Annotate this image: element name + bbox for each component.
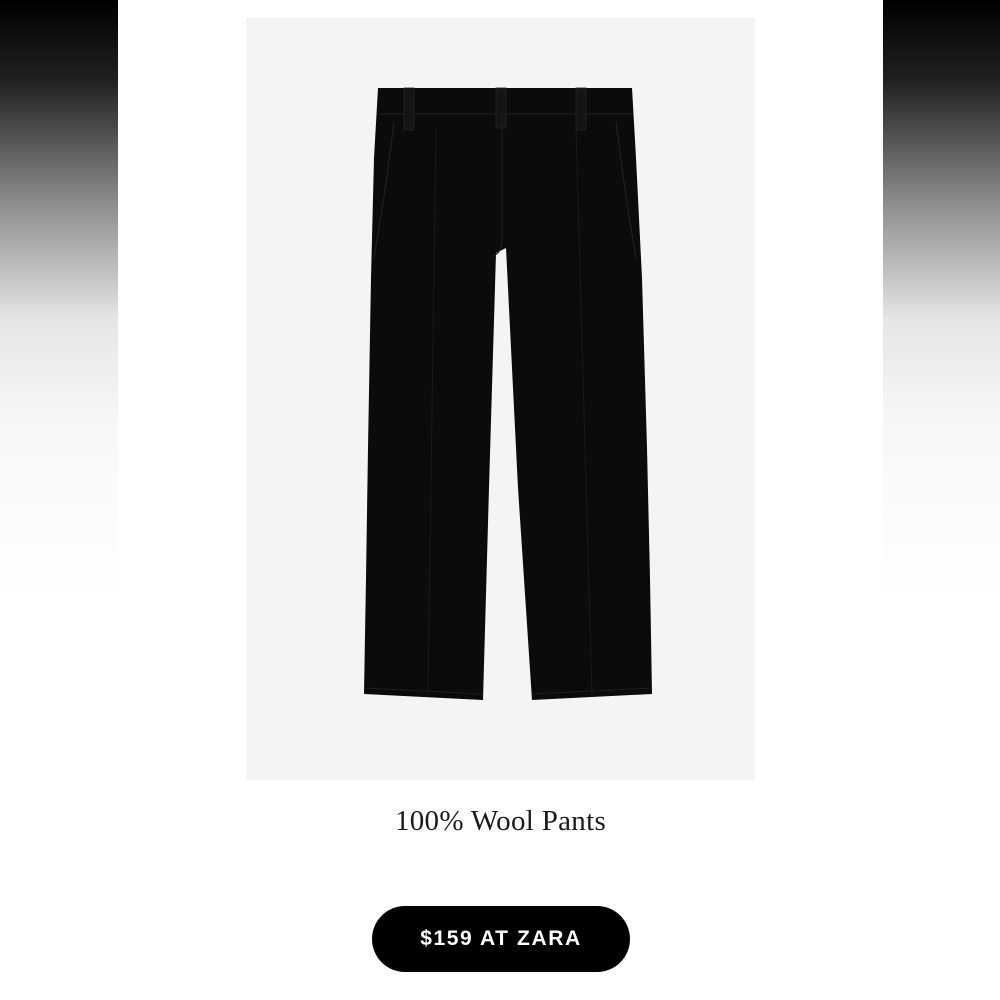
page: 100% Wool Pants $159 AT ZARA	[0, 0, 1000, 1000]
shop-price-button[interactable]: $159 AT ZARA	[372, 906, 630, 972]
trousers-illustration	[363, 87, 653, 700]
product-card: 100% Wool Pants $159 AT ZARA	[118, 0, 883, 1000]
right-gradient-margin	[883, 0, 1000, 1000]
left-gradient-margin	[0, 0, 118, 1000]
trousers-shape	[364, 88, 652, 700]
product-image[interactable]	[246, 18, 755, 780]
product-title: 100% Wool Pants	[394, 805, 607, 837]
